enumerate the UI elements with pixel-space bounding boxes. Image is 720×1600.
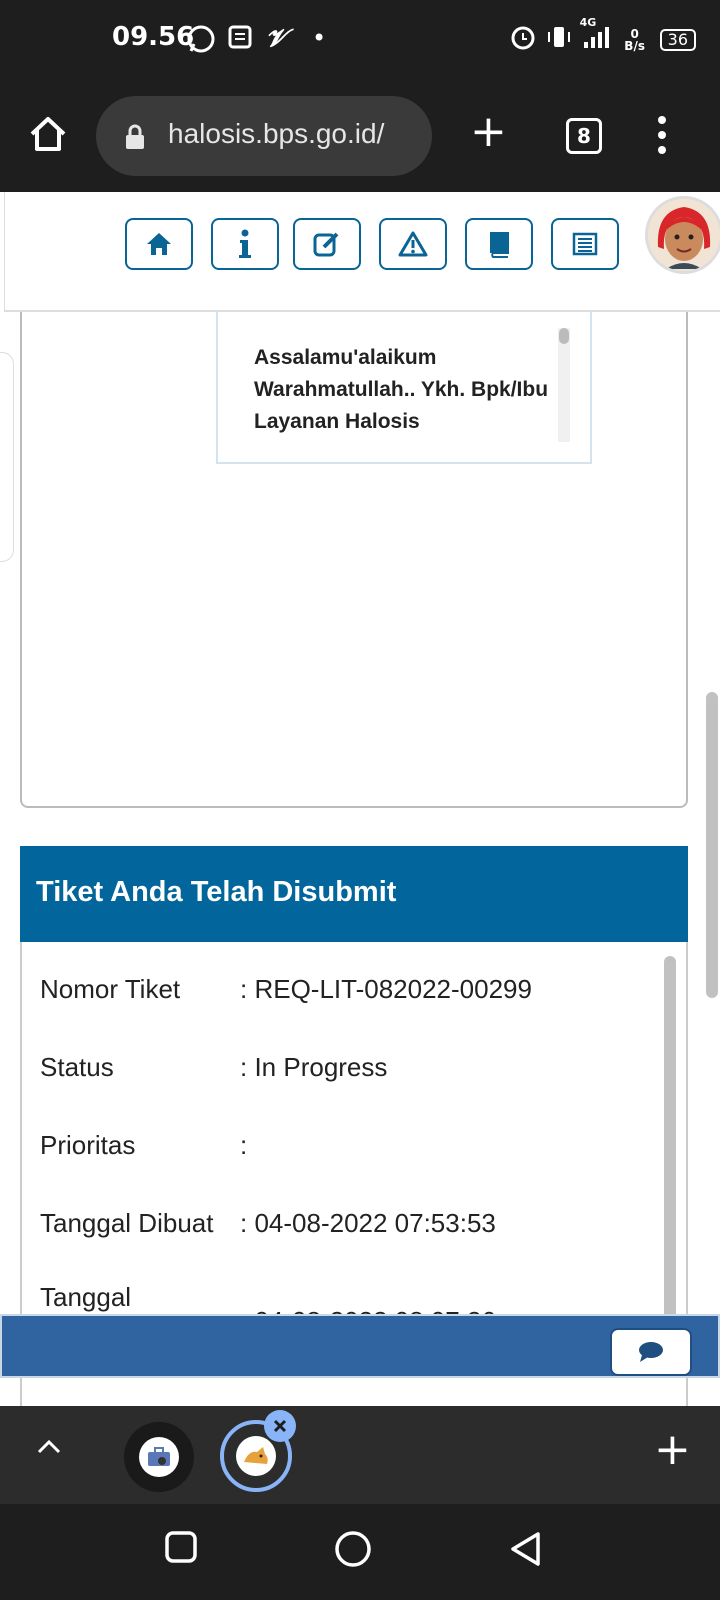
warning-icon (398, 231, 428, 257)
nav-edit-button[interactable] (293, 218, 361, 270)
user-avatar[interactable] (645, 196, 720, 274)
page-footer-bar (0, 1314, 720, 1378)
nav-book-button[interactable] (465, 218, 533, 270)
overflow-menu-icon[interactable] (658, 116, 668, 161)
nav-warning-button[interactable] (379, 218, 447, 270)
add-tab-plus-icon[interactable]: + (654, 1428, 691, 1472)
address-bar[interactable]: halosis.bps.go.id/ (96, 96, 432, 176)
lock-icon (124, 124, 146, 154)
net-speed: 0 B/s (624, 26, 645, 53)
vibrate-icon (546, 24, 572, 55)
ticket-value: : (240, 1130, 248, 1160)
recents-icon[interactable] (164, 1530, 198, 1568)
bubble-scrollbar[interactable] (558, 328, 570, 442)
ticket-title: Tiket Anda Telah Disubmit (36, 876, 397, 908)
nav-list-button[interactable] (551, 218, 619, 270)
tab-switcher-button[interactable]: 8 (566, 118, 602, 154)
app-nav-bar (4, 192, 720, 312)
briefcase-icon (139, 1437, 179, 1477)
web-page: Assalamu'alaikum Warahmatullah.. Ykh. Bp… (0, 192, 720, 1406)
news-icon (228, 24, 254, 56)
chat-bubble-icon (639, 1342, 663, 1362)
ticket-label: Nomor Tiket (40, 974, 181, 1004)
ticket-label: Tanggal Dibuat (40, 1208, 214, 1238)
system-nav-bar (0, 1504, 720, 1600)
alarm-icon (510, 24, 536, 55)
home-circle-icon[interactable] (334, 1530, 372, 1572)
nav-info-button[interactable] (211, 218, 279, 270)
chat-message-bubble: Assalamu'alaikum Warahmatullah.. Ykh. Bp… (216, 312, 592, 464)
cat-icon (236, 1436, 276, 1476)
back-icon[interactable] (508, 1530, 542, 1572)
vidio-icon: 𝓥 (266, 24, 286, 52)
home-icon (147, 233, 171, 255)
chat-button[interactable] (610, 1328, 692, 1376)
battery-icon: 36 (659, 28, 696, 51)
new-tab-plus-icon[interactable]: + (470, 110, 507, 154)
signal-icon: 4G (580, 16, 610, 55)
url-text[interactable]: halosis.bps.go.id/ (168, 118, 418, 150)
ticket-header: Tiket Anda Telah Disubmit (20, 846, 688, 942)
network-type: 4G (579, 16, 597, 29)
page-scrollbar-thumb[interactable] (706, 692, 718, 998)
tab-strip: + (0, 1406, 720, 1504)
tab-favicon-1[interactable] (124, 1422, 194, 1492)
ticket-scrollbar[interactable] (664, 956, 676, 1326)
chevron-up-icon[interactable] (36, 1436, 62, 1460)
chat-message-text: Assalamu'alaikum Warahmatullah.. Ykh. Bp… (254, 346, 549, 433)
edit-icon (313, 232, 339, 257)
browser-toolbar: halosis.bps.go.id/ + 8 (0, 80, 720, 192)
list-icon (572, 232, 598, 256)
ticket-value: : 04-08-2022 07:53:53 (240, 1208, 496, 1238)
ticket-label: Prioritas (40, 1130, 136, 1160)
page-scrollbar[interactable] (704, 312, 720, 1406)
ticket-label: Status (40, 1052, 114, 1082)
status-time: 09.56 (112, 22, 195, 52)
ticket-label: Tanggal (40, 1282, 132, 1312)
ticket-value: : REQ-LIT-082022-00299 (240, 974, 532, 1004)
info-icon (239, 229, 251, 258)
whatsapp-icon (186, 24, 216, 60)
status-bar: 09.56 𝓥 • 4G 0 B/s 36 (0, 0, 720, 80)
notification-dot-icon: • (312, 24, 327, 52)
home-icon[interactable] (26, 112, 70, 156)
book-icon (490, 232, 509, 258)
close-tab-icon[interactable] (264, 1410, 296, 1442)
nav-home-button[interactable] (125, 218, 193, 270)
ticket-value: : In Progress (240, 1052, 388, 1082)
side-panel-edge (0, 352, 14, 562)
